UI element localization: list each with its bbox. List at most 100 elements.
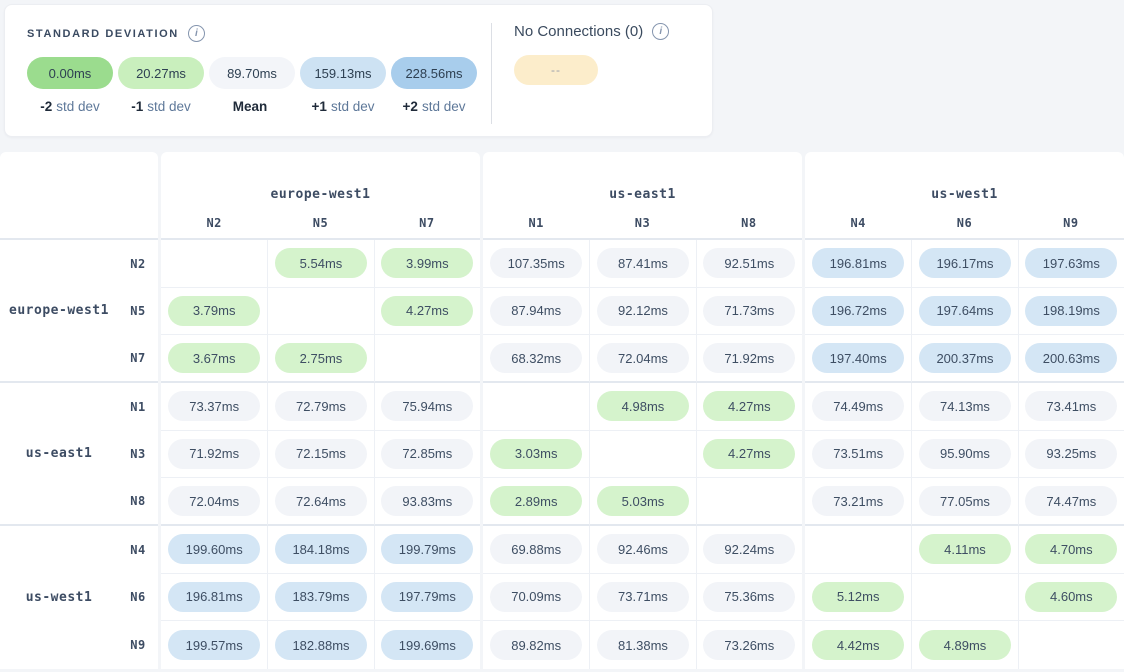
latency-pill[interactable]: 81.38ms — [597, 630, 689, 660]
matrix-cell[interactable]: 5.03ms — [589, 478, 695, 526]
matrix-cell[interactable]: 71.73ms — [696, 288, 802, 336]
matrix-cell[interactable]: 73.26ms — [696, 621, 802, 669]
latency-pill[interactable]: 72.79ms — [275, 391, 367, 421]
latency-pill[interactable]: 199.69ms — [381, 630, 473, 660]
matrix-cell[interactable]: 196.81ms — [161, 574, 267, 622]
latency-pill[interactable]: 182.88ms — [275, 630, 367, 660]
matrix-cell[interactable]: 75.36ms — [696, 574, 802, 622]
matrix-cell[interactable]: 87.94ms — [483, 288, 589, 336]
matrix-cell[interactable]: 3.99ms — [374, 240, 480, 288]
matrix-cell[interactable]: 4.89ms — [911, 621, 1017, 669]
latency-pill[interactable]: 75.36ms — [703, 582, 795, 612]
latency-pill[interactable]: 68.32ms — [490, 343, 582, 373]
latency-pill[interactable]: 196.81ms — [168, 582, 260, 612]
matrix-cell[interactable]: 73.21ms — [805, 478, 911, 526]
latency-pill[interactable]: 184.18ms — [275, 534, 367, 564]
latency-pill[interactable]: 73.51ms — [812, 439, 904, 469]
latency-pill[interactable]: 3.67ms — [168, 343, 260, 373]
matrix-cell[interactable]: 199.60ms — [161, 526, 267, 574]
latency-pill[interactable]: 73.26ms — [703, 630, 795, 660]
matrix-cell[interactable]: 4.70ms — [1018, 526, 1124, 574]
matrix-cell[interactable]: 77.05ms — [911, 478, 1017, 526]
matrix-cell[interactable]: 107.35ms — [483, 240, 589, 288]
matrix-cell[interactable]: 3.67ms — [161, 335, 267, 383]
latency-pill[interactable]: 73.21ms — [812, 486, 904, 516]
matrix-cell[interactable]: 2.75ms — [267, 335, 373, 383]
matrix-cell[interactable]: 70.09ms — [483, 574, 589, 622]
latency-pill[interactable]: 197.40ms — [812, 343, 904, 373]
latency-pill[interactable]: 69.88ms — [490, 534, 582, 564]
latency-pill[interactable]: 71.73ms — [703, 296, 795, 326]
matrix-cell[interactable]: 73.71ms — [589, 574, 695, 622]
matrix-cell[interactable]: 3.03ms — [483, 431, 589, 479]
latency-pill[interactable]: 197.79ms — [381, 582, 473, 612]
latency-pill[interactable]: 4.27ms — [703, 391, 795, 421]
latency-pill[interactable]: 93.83ms — [381, 486, 473, 516]
matrix-cell[interactable]: 4.42ms — [805, 621, 911, 669]
matrix-cell[interactable]: 196.17ms — [911, 240, 1017, 288]
matrix-cell[interactable]: 200.63ms — [1018, 335, 1124, 383]
matrix-cell[interactable]: 74.13ms — [911, 383, 1017, 431]
latency-pill[interactable]: 197.64ms — [919, 296, 1011, 326]
latency-pill[interactable]: 183.79ms — [275, 582, 367, 612]
latency-pill[interactable]: 72.64ms — [275, 486, 367, 516]
matrix-cell[interactable]: 93.83ms — [374, 478, 480, 526]
matrix-cell[interactable]: 93.25ms — [1018, 431, 1124, 479]
latency-pill[interactable]: 4.98ms — [597, 391, 689, 421]
matrix-cell[interactable]: 2.89ms — [483, 478, 589, 526]
latency-pill[interactable]: 3.79ms — [168, 296, 260, 326]
latency-pill[interactable]: 2.75ms — [275, 343, 367, 373]
matrix-cell[interactable]: 92.51ms — [696, 240, 802, 288]
latency-pill[interactable]: 72.04ms — [597, 343, 689, 373]
matrix-cell[interactable]: 183.79ms — [267, 574, 373, 622]
latency-pill[interactable]: 198.19ms — [1025, 296, 1117, 326]
info-icon[interactable]: i — [652, 23, 669, 40]
latency-pill[interactable]: 77.05ms — [919, 486, 1011, 516]
latency-pill[interactable]: 71.92ms — [168, 439, 260, 469]
latency-pill[interactable]: 5.12ms — [812, 582, 904, 612]
matrix-cell[interactable]: 200.37ms — [911, 335, 1017, 383]
matrix-cell[interactable]: 95.90ms — [911, 431, 1017, 479]
latency-pill[interactable]: 107.35ms — [490, 248, 582, 278]
matrix-cell[interactable]: 197.63ms — [1018, 240, 1124, 288]
latency-pill[interactable]: 3.03ms — [490, 439, 582, 469]
latency-pill[interactable]: 73.71ms — [597, 582, 689, 612]
latency-pill[interactable]: 200.37ms — [919, 343, 1011, 373]
latency-pill[interactable]: 2.89ms — [490, 486, 582, 516]
matrix-cell[interactable]: 73.41ms — [1018, 383, 1124, 431]
matrix-cell[interactable]: 69.88ms — [483, 526, 589, 574]
matrix-cell[interactable]: 199.57ms — [161, 621, 267, 669]
matrix-cell[interactable]: 74.49ms — [805, 383, 911, 431]
matrix-cell[interactable]: 184.18ms — [267, 526, 373, 574]
matrix-cell[interactable]: 4.11ms — [911, 526, 1017, 574]
latency-pill[interactable]: 87.41ms — [597, 248, 689, 278]
latency-pill[interactable]: 3.99ms — [381, 248, 473, 278]
matrix-cell[interactable]: 4.27ms — [374, 288, 480, 336]
latency-pill[interactable]: 4.70ms — [1025, 534, 1117, 564]
matrix-cell[interactable]: 72.85ms — [374, 431, 480, 479]
latency-pill[interactable]: 199.60ms — [168, 534, 260, 564]
matrix-cell[interactable]: 89.82ms — [483, 621, 589, 669]
latency-pill[interactable]: 199.57ms — [168, 630, 260, 660]
latency-pill[interactable]: 199.79ms — [381, 534, 473, 564]
matrix-cell[interactable]: 196.72ms — [805, 288, 911, 336]
latency-pill[interactable]: 72.04ms — [168, 486, 260, 516]
matrix-cell[interactable]: 71.92ms — [696, 335, 802, 383]
matrix-cell[interactable]: 73.51ms — [805, 431, 911, 479]
matrix-cell[interactable]: 196.81ms — [805, 240, 911, 288]
latency-pill[interactable]: 74.49ms — [812, 391, 904, 421]
latency-pill[interactable]: 93.25ms — [1025, 439, 1117, 469]
latency-pill[interactable]: 92.12ms — [597, 296, 689, 326]
matrix-cell[interactable]: 71.92ms — [161, 431, 267, 479]
latency-pill[interactable]: 196.17ms — [919, 248, 1011, 278]
matrix-cell[interactable]: 92.24ms — [696, 526, 802, 574]
matrix-cell[interactable]: 92.46ms — [589, 526, 695, 574]
latency-pill[interactable]: 196.72ms — [812, 296, 904, 326]
latency-pill[interactable]: 4.27ms — [703, 439, 795, 469]
latency-pill[interactable]: 197.63ms — [1025, 248, 1117, 278]
latency-pill[interactable]: 92.24ms — [703, 534, 795, 564]
matrix-cell[interactable]: 199.69ms — [374, 621, 480, 669]
matrix-cell[interactable]: 5.12ms — [805, 574, 911, 622]
latency-pill[interactable]: 75.94ms — [381, 391, 473, 421]
matrix-cell[interactable]: 72.64ms — [267, 478, 373, 526]
